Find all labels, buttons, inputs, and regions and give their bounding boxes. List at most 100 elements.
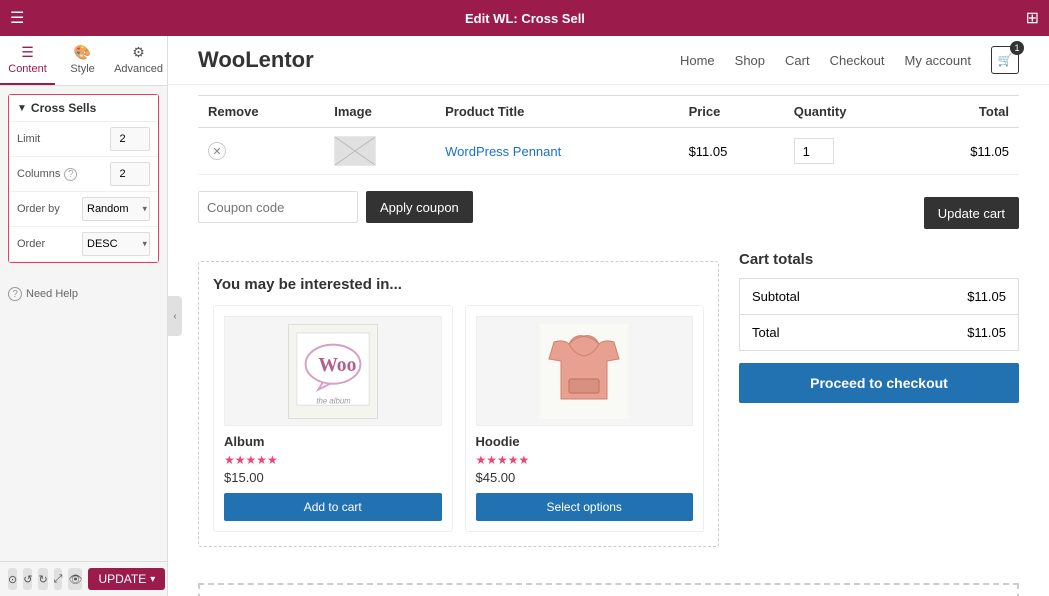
- order-by-row: Order by Random Date ID Title: [9, 192, 158, 227]
- add-to-cart-button[interactable]: Add to cart: [224, 493, 442, 521]
- limit-input[interactable]: [110, 127, 150, 151]
- limit-row: Limit: [9, 122, 158, 157]
- cart-icon-badge[interactable]: 🛒 1: [991, 46, 1019, 74]
- album-image: Woo the album: [224, 316, 442, 426]
- content-tab-icon: ☰: [4, 44, 51, 61]
- total-value: $11.05: [888, 315, 1018, 351]
- sidebar-tabs: ☰ Content 🎨 Style ⚙ Advanced: [0, 36, 167, 86]
- tab-content[interactable]: ☰ Content: [0, 36, 55, 85]
- subtotal-row: Subtotal $11.05: [740, 279, 1019, 315]
- preview-icon[interactable]: 👁: [68, 568, 82, 590]
- nav-shop[interactable]: Shop: [735, 53, 765, 68]
- nav-checkout[interactable]: Checkout: [830, 53, 885, 68]
- advanced-tab-icon: ⚙: [114, 44, 163, 61]
- limit-label: Limit: [17, 133, 110, 145]
- subtotal-label: Subtotal: [740, 279, 889, 315]
- help-icon: ?: [8, 287, 22, 301]
- proceed-to-checkout-button[interactable]: Proceed to checkout: [739, 363, 1019, 403]
- cart-totals-title: Cart totals: [739, 251, 1019, 268]
- col-quantity: Quantity: [784, 96, 914, 128]
- top-bar-title: Edit WL: Cross Sell: [465, 11, 585, 26]
- products-grid: Woo the album Album ★★★★★ $15.00: [213, 305, 704, 532]
- cross-sells-title: You may be interested in...: [213, 276, 704, 293]
- cart-wrapper: Remove Image Product Title Price Quantit…: [168, 85, 1049, 567]
- cross-sells-panel: ▼ Cross Sells Limit Columns ?: [8, 94, 159, 263]
- columns-label: Columns ?: [17, 168, 110, 181]
- sidebar: ☰ Content 🎨 Style ⚙ Advanced ▼ Cross Sel…: [0, 36, 168, 596]
- hoodie-image: [476, 316, 694, 426]
- content-area: WooLentor Home Shop Cart Checkout My acc…: [168, 36, 1049, 596]
- collapse-handle[interactable]: ‹: [168, 296, 182, 336]
- sidebar-footer: ⊙ ↺ ↻ ⤢ 👁 UPDATE ▾: [0, 561, 167, 596]
- cross-sells-section: You may be interested in...: [198, 261, 719, 547]
- settings-icon[interactable]: ⊙: [8, 568, 17, 590]
- coupon-row: Apply coupon: [198, 191, 473, 223]
- responsive-icon[interactable]: ⤢: [54, 568, 63, 590]
- cart-item-row: ✕ WordPress Pennant $11.05 $11.05: [198, 128, 1019, 175]
- tab-advanced[interactable]: ⚙ Advanced: [110, 36, 167, 85]
- total-label: Total: [740, 315, 889, 351]
- album-price: $15.00: [224, 470, 442, 485]
- collapse-arrow-icon: ▼: [17, 103, 27, 114]
- top-bar: ☰ Edit WL: Cross Sell ⊞: [0, 0, 1049, 36]
- apply-coupon-button[interactable]: Apply coupon: [366, 191, 473, 223]
- columns-row: Columns ?: [9, 157, 158, 192]
- order-label: Order: [17, 238, 82, 250]
- album-rating: ★★★★★: [224, 453, 442, 467]
- col-remove: Remove: [198, 96, 324, 128]
- product-card-album: Woo the album Album ★★★★★ $15.00: [213, 305, 453, 532]
- columns-input[interactable]: [110, 162, 150, 186]
- col-image: Image: [324, 96, 435, 128]
- order-select[interactable]: DESC ASC: [82, 232, 150, 256]
- remove-item-button[interactable]: ✕: [208, 142, 226, 160]
- totals-table: Subtotal $11.05 Total $11.05: [739, 278, 1019, 351]
- cart-table: Remove Image Product Title Price Quantit…: [198, 95, 1019, 175]
- col-price: Price: [679, 96, 784, 128]
- subtotal-value: $11.05: [888, 279, 1018, 315]
- item-total: $11.05: [914, 128, 1019, 175]
- tab-style[interactable]: 🎨 Style: [55, 36, 110, 85]
- product-price: $11.05: [679, 128, 784, 175]
- site-nav: Home Shop Cart Checkout My account 🛒 1: [680, 46, 1019, 74]
- hoodie-price: $45.00: [476, 470, 694, 485]
- undo-icon[interactable]: ↺: [23, 568, 32, 590]
- product-title-link[interactable]: WordPress Pennant: [445, 144, 561, 159]
- hoodie-name: Hoodie: [476, 434, 694, 449]
- grid-icon[interactable]: ⊞: [1026, 8, 1039, 28]
- order-by-select[interactable]: Random Date ID Title: [82, 197, 150, 221]
- coupon-input[interactable]: [198, 191, 358, 223]
- cart-bottom-section: You may be interested in...: [198, 251, 1019, 547]
- nav-my-account[interactable]: My account: [905, 53, 971, 68]
- quantity-input[interactable]: [794, 138, 834, 164]
- hoodie-rating: ★★★★★: [476, 453, 694, 467]
- site-header: WooLentor Home Shop Cart Checkout My acc…: [168, 36, 1049, 85]
- svg-text:Woo: Woo: [318, 355, 356, 376]
- col-total: Total: [914, 96, 1019, 128]
- select-options-button[interactable]: Select options: [476, 493, 694, 521]
- svg-text:the album: the album: [316, 396, 351, 405]
- redo-icon[interactable]: ↻: [38, 568, 47, 590]
- update-cart-button[interactable]: Update cart: [924, 197, 1019, 229]
- product-card-hoodie: Hoodie ★★★★★ $45.00 Select options: [465, 305, 705, 532]
- order-by-label: Order by: [17, 203, 82, 215]
- col-title: Product Title: [435, 96, 678, 128]
- order-row: Order DESC ASC: [9, 227, 158, 262]
- product-image: [334, 136, 376, 166]
- update-button[interactable]: UPDATE ▾: [88, 568, 165, 590]
- cart-totals: Cart totals Subtotal $11.05 Total $11.05: [739, 251, 1019, 403]
- columns-info-icon: ?: [64, 168, 77, 181]
- order-by-select-wrapper: Random Date ID Title: [82, 197, 150, 221]
- site-logo: WooLentor: [198, 47, 314, 73]
- update-arrow-icon: ▾: [150, 574, 155, 585]
- album-name: Album: [224, 434, 442, 449]
- need-help-row[interactable]: ? Need Help: [0, 279, 167, 309]
- nav-home[interactable]: Home: [680, 53, 715, 68]
- order-select-wrapper: DESC ASC: [82, 232, 150, 256]
- style-tab-icon: 🎨: [59, 44, 106, 61]
- cross-sells-header[interactable]: ▼ Cross Sells: [9, 95, 158, 122]
- hamburger-icon[interactable]: ☰: [10, 8, 24, 28]
- total-row: Total $11.05: [740, 315, 1019, 351]
- nav-cart[interactable]: Cart: [785, 53, 810, 68]
- cart-count: 1: [1010, 41, 1024, 55]
- drag-widget-area[interactable]: + ⋮ Drag widget here: [198, 583, 1019, 596]
